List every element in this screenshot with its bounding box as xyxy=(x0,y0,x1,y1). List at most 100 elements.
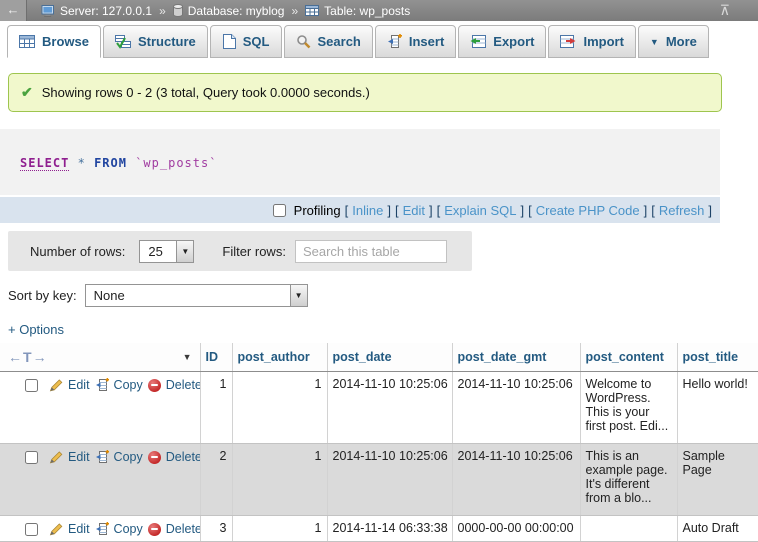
breadcrumb-separator: » xyxy=(159,4,166,18)
column-header-post-title[interactable]: post_title xyxy=(677,343,758,372)
filter-rows-label: Filter rows: xyxy=(222,244,286,259)
tab-export[interactable]: Export xyxy=(458,25,546,58)
table-row: Edit Copy Delete 3 1 2014-11-14 06:33:38… xyxy=(0,516,758,542)
link-create-php-code[interactable]: Create PHP Code xyxy=(536,203,640,218)
import-icon xyxy=(560,35,576,48)
delete-link[interactable]: Delete xyxy=(166,522,200,536)
edit-link[interactable]: Edit xyxy=(68,450,90,464)
database-breadcrumb[interactable]: Database: myblog xyxy=(188,4,285,18)
row-checkbox[interactable] xyxy=(25,523,38,536)
column-header-post-date[interactable]: post_date xyxy=(327,343,452,372)
cell-post-date-gmt: 2014-11-10 10:25:06 xyxy=(452,444,580,516)
cell-post-content: Welcome to WordPress. This is your first… xyxy=(580,372,677,444)
edit-pencil-icon[interactable] xyxy=(49,450,63,464)
copy-link[interactable]: Copy xyxy=(114,522,143,536)
rows-count-select[interactable]: 25 ▼ xyxy=(139,240,194,263)
table-icon xyxy=(305,5,319,16)
copy-icon[interactable] xyxy=(95,378,109,392)
query-section: SELECT * FROM `wp_posts` Profiling [ Inl… xyxy=(0,129,720,223)
tab-label: Import xyxy=(583,34,623,49)
tab-sql[interactable]: SQL xyxy=(210,25,282,58)
link-inline[interactable]: Inline xyxy=(352,203,383,218)
header-dropdown-icon[interactable]: ▼ xyxy=(183,352,192,362)
sort-key-value: None xyxy=(86,285,290,306)
tab-label: Insert xyxy=(409,34,444,49)
tab-structure[interactable]: Structure xyxy=(103,25,208,58)
chevron-down-icon: ▼ xyxy=(650,37,659,47)
row-checkbox[interactable] xyxy=(25,379,38,392)
tab-label: Browse xyxy=(42,34,89,49)
row-checkbox[interactable] xyxy=(25,451,38,464)
column-header-post-content[interactable]: post_content xyxy=(580,343,677,372)
copy-icon[interactable] xyxy=(95,450,109,464)
copy-link[interactable]: Copy xyxy=(114,378,143,392)
success-check-icon: ✔ xyxy=(21,84,33,101)
bracket: ] xyxy=(644,203,648,218)
bracket: [ xyxy=(395,203,399,218)
sql-keyword-select[interactable]: SELECT xyxy=(20,156,69,171)
cell-post-date: 2014-11-10 10:25:06 xyxy=(327,372,452,444)
edit-pencil-icon[interactable] xyxy=(49,522,63,536)
tab-insert[interactable]: Insert xyxy=(375,25,456,58)
column-header-post-author[interactable]: post_author xyxy=(232,343,327,372)
bracket: ] xyxy=(429,203,433,218)
link-explain-sql[interactable]: Explain SQL xyxy=(444,203,516,218)
tab-more[interactable]: ▼ More xyxy=(638,25,709,58)
column-header-id[interactable]: ID xyxy=(200,343,232,372)
cell-post-title: Auto Draft xyxy=(677,516,758,542)
edit-pencil-icon[interactable] xyxy=(49,378,63,392)
bracket: [ xyxy=(651,203,655,218)
server-breadcrumb[interactable]: Server: 127.0.0.1 xyxy=(60,4,152,18)
cell-post-title: Sample Page xyxy=(677,444,758,516)
browse-icon xyxy=(19,35,35,48)
header-row: ←T→ ▼ ID post_author post_date post_date… xyxy=(0,343,758,372)
delete-link[interactable]: Delete xyxy=(166,450,200,464)
move-right-icon[interactable]: → xyxy=(33,349,48,365)
breadcrumb-separator: » xyxy=(291,4,298,18)
tab-import[interactable]: Import xyxy=(548,25,635,58)
link-edit[interactable]: Edit xyxy=(403,203,425,218)
delete-icon[interactable] xyxy=(148,379,161,392)
sql-star: * xyxy=(78,156,86,170)
cell-id: 1 xyxy=(200,372,232,444)
options-toggle[interactable]: + Options xyxy=(8,322,64,337)
results-table: ←T→ ▼ ID post_author post_date post_date… xyxy=(0,343,758,542)
column-header-post-date-gmt[interactable]: post_date_gmt xyxy=(452,343,580,372)
server-icon xyxy=(41,5,55,17)
delete-icon[interactable] xyxy=(148,451,161,464)
rows-count-label: Number of rows: xyxy=(30,244,125,259)
row-actions-cell: Edit Copy Delete xyxy=(0,444,200,516)
copy-link[interactable]: Copy xyxy=(114,450,143,464)
tab-label: Search xyxy=(318,34,361,49)
tab-browse[interactable]: Browse xyxy=(7,25,101,58)
profiling-checkbox[interactable] xyxy=(273,204,286,217)
column-actions-header: ←T→ ▼ xyxy=(0,343,200,372)
tab-label: SQL xyxy=(243,34,270,49)
delete-link[interactable]: Delete xyxy=(166,378,200,392)
database-icon xyxy=(173,4,183,17)
link-refresh[interactable]: Refresh xyxy=(659,203,705,218)
tab-search[interactable]: Search xyxy=(284,25,373,58)
breadcrumb-bar: ← Server: 127.0.0.1 » Database: myblog »… xyxy=(0,0,758,21)
rows-filter-bar: Number of rows: 25 ▼ Filter rows: xyxy=(8,231,472,271)
sql-query: SELECT * FROM `wp_posts` xyxy=(0,129,720,195)
copy-icon[interactable] xyxy=(95,522,109,536)
move-mid-icon: T xyxy=(23,349,33,365)
sort-key-select[interactable]: None ▼ xyxy=(85,284,308,307)
table-breadcrumb[interactable]: Table: wp_posts xyxy=(324,4,410,18)
collapse-toolbar-icon[interactable]: ⊼ xyxy=(720,2,730,19)
row-actions-cell: Edit Copy Delete xyxy=(0,372,200,444)
back-button[interactable]: ← xyxy=(0,0,27,21)
export-icon xyxy=(470,35,486,48)
cell-post-content: This is an example page. It's different … xyxy=(580,444,677,516)
edit-link[interactable]: Edit xyxy=(68,378,90,392)
cell-post-date-gmt: 2014-11-10 10:25:06 xyxy=(452,372,580,444)
move-left-icon[interactable]: ← xyxy=(8,349,23,365)
insert-icon xyxy=(387,34,402,49)
edit-link[interactable]: Edit xyxy=(68,522,90,536)
profiling-label: Profiling xyxy=(294,203,341,218)
move-columns-control[interactable]: ←T→ xyxy=(8,349,48,365)
delete-icon[interactable] xyxy=(148,523,161,536)
sort-key-label: Sort by key: xyxy=(8,288,77,303)
table-search-input[interactable] xyxy=(295,240,447,263)
